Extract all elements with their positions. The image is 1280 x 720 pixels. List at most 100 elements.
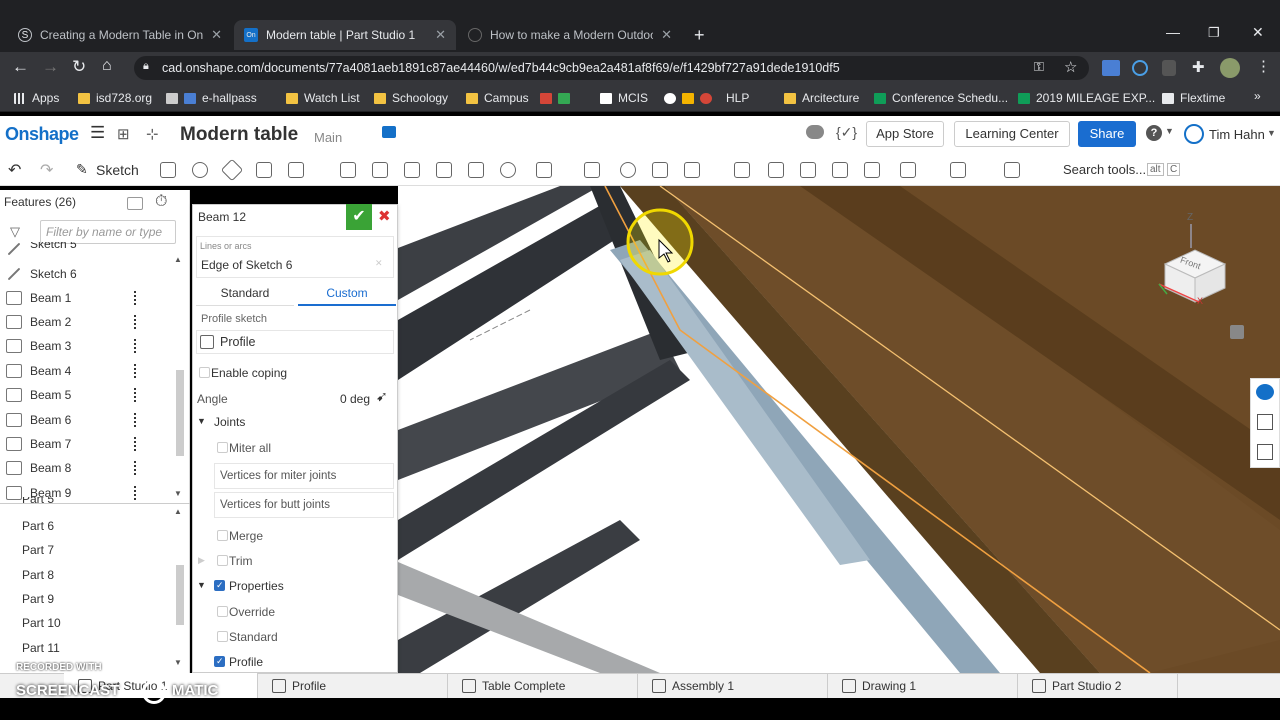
extension-shield-icon[interactable] <box>1162 60 1176 76</box>
browser-tab-3[interactable]: How to make a Modern Outdoo ✕ <box>458 20 682 50</box>
hamburger-menu-icon[interactable]: ☰ <box>90 123 105 143</box>
redo-icon[interactable]: ↷ <box>40 160 53 180</box>
angle-input[interactable]: 0 deg <box>340 392 370 406</box>
rollback-timer-icon[interactable]: ⏱ <box>155 193 167 211</box>
feature-beam-5[interactable]: Beam 5 <box>0 383 175 407</box>
feature-list-scrollbar[interactable] <box>176 370 184 456</box>
filter-input[interactable]: Filter by name or type <box>40 220 176 244</box>
revolve-icon[interactable] <box>192 162 208 178</box>
delete-face-icon[interactable] <box>800 162 816 178</box>
merge-checkbox[interactable] <box>217 530 228 541</box>
bookmark-watch-list[interactable]: Watch List <box>286 90 360 106</box>
part-11[interactable]: Part 11 <box>22 641 60 655</box>
pattern-icon[interactable] <box>536 162 552 178</box>
bookmark-conference[interactable]: Conference Schedu... <box>874 90 1008 106</box>
feature-beam-6[interactable]: Beam 6 <box>0 408 175 432</box>
profile-value[interactable]: Profile <box>220 335 255 349</box>
properties-expand-icon[interactable]: ▼ <box>197 580 206 590</box>
bookmark-hlp[interactable]: HLP <box>726 90 749 106</box>
search-tools-input[interactable]: Search tools... <box>1063 162 1146 177</box>
boolean-icon[interactable] <box>620 162 636 178</box>
bookmark-campus[interactable]: Campus <box>466 90 529 106</box>
feature-beam-1[interactable]: Beam 1 <box>0 286 175 310</box>
thicken-icon[interactable] <box>288 162 304 178</box>
feature-beam-4[interactable]: Beam 4 <box>0 359 175 383</box>
bookmark-isd728[interactable]: isd728.org <box>78 90 152 106</box>
part-8[interactable]: Part 8 <box>22 568 54 582</box>
feature-beam-2[interactable]: Beam 2 <box>0 310 175 334</box>
chamfer-icon[interactable] <box>372 162 388 178</box>
joints-expand-icon[interactable]: ▼ <box>197 416 206 426</box>
remove-selection-icon[interactable]: ✕ <box>375 258 383 269</box>
new-tab-icon[interactable]: + <box>694 25 705 46</box>
close-tab-icon[interactable]: ✕ <box>211 27 222 43</box>
versions-icon[interactable]: ⊞ <box>117 125 130 143</box>
split-icon[interactable] <box>652 162 668 178</box>
tab-part-studio-2[interactable]: Part Studio 2 <box>1018 673 1178 698</box>
user-name[interactable]: Tim Hahn <box>1209 127 1265 142</box>
onshape-logo[interactable]: Onshape <box>5 124 79 145</box>
restore-icon[interactable]: ❐ <box>1208 25 1220 41</box>
browser-tab-2[interactable]: On Modern table | Part Studio 1 ✕ <box>234 20 456 50</box>
feature-beam-3[interactable]: Beam 3 <box>0 334 175 358</box>
bookmark-ehallpass[interactable]: e-hallpass <box>166 90 257 106</box>
part-9[interactable]: Part 9 <box>22 592 54 606</box>
close-window-icon[interactable]: ✕ <box>1252 24 1264 41</box>
tab-drawing-1[interactable]: Drawing 1 <box>828 673 1018 698</box>
tab-standard[interactable]: Standard <box>196 284 294 306</box>
reload-icon[interactable]: ↻ <box>72 57 86 77</box>
loft-icon[interactable] <box>256 162 272 178</box>
close-tab-icon[interactable]: ✕ <box>435 27 446 43</box>
part-6[interactable]: Part 6 <box>22 519 54 533</box>
move-face-icon[interactable] <box>832 162 848 178</box>
parts-scrollbar[interactable] <box>176 565 184 625</box>
hole-icon[interactable] <box>500 162 516 178</box>
help-dropdown-icon[interactable]: ▼ <box>1165 126 1174 136</box>
feature-sketch-6[interactable]: Sketch 6 <box>0 262 175 286</box>
enable-coping-checkbox[interactable] <box>199 367 210 378</box>
surface-icon[interactable] <box>1004 162 1020 178</box>
chrome-menu-icon[interactable]: ⋮ <box>1256 57 1271 75</box>
mirror-icon[interactable] <box>584 162 600 178</box>
draft-icon[interactable] <box>404 162 420 178</box>
document-title[interactable]: Modern table <box>180 124 298 146</box>
extrude-icon[interactable] <box>160 162 176 178</box>
undo-icon[interactable]: ↶ <box>8 160 21 180</box>
url-field[interactable]: cad.onshape.com/documents/77a4081aeb1891… <box>134 56 1089 80</box>
part-10[interactable]: Part 10 <box>22 616 61 630</box>
scroll-up-icon[interactable]: ▲ <box>174 255 182 264</box>
user-avatar-icon[interactable] <box>1184 124 1204 144</box>
delete-part-icon[interactable] <box>734 162 750 178</box>
view-options-icon[interactable] <box>1230 325 1244 339</box>
bookmark-gmail[interactable] <box>540 90 576 106</box>
bom-panel-icon[interactable] <box>1257 414 1273 430</box>
rib-icon[interactable] <box>436 162 452 178</box>
cancel-x-icon[interactable]: ✖ <box>378 207 391 225</box>
part-5[interactable]: Part 5 <box>22 497 54 507</box>
graduation-cap-icon[interactable] <box>382 126 396 138</box>
close-tab-icon[interactable]: ✕ <box>661 27 672 43</box>
variables-icon[interactable]: {✓} <box>836 124 857 141</box>
standard-checkbox[interactable] <box>217 631 228 642</box>
profile-avatar-icon[interactable] <box>1220 58 1240 78</box>
mate-connector-icon[interactable] <box>950 162 966 178</box>
bookmark-schoology[interactable]: Schoology <box>374 90 448 106</box>
tab-table-complete[interactable]: Table Complete <box>448 673 638 698</box>
extension-circle-icon[interactable] <box>1132 60 1148 76</box>
feature-list-options-icon[interactable] <box>127 197 143 210</box>
transform-icon[interactable] <box>684 162 700 178</box>
bookmark-star-icon[interactable]: ☆ <box>1064 58 1077 76</box>
bookmark-google[interactable] <box>664 90 718 106</box>
feature-sketch-5[interactable]: Sketch 5 <box>0 242 175 256</box>
learning-center-button[interactable]: Learning Center <box>954 121 1070 147</box>
extension-icon[interactable] <box>1102 60 1120 76</box>
flip-angle-icon[interactable]: ➹ <box>376 388 388 405</box>
tab-assembly-1[interactable]: Assembly 1 <box>638 673 828 698</box>
shell-icon[interactable] <box>468 162 484 178</box>
bookmark-arcitecture[interactable]: Arcitecture <box>784 90 859 106</box>
user-dropdown-icon[interactable]: ▼ <box>1267 128 1276 138</box>
trim-checkbox[interactable] <box>217 555 228 566</box>
scroll-down-icon[interactable]: ▼ <box>174 489 182 498</box>
bookmark-apps[interactable]: Apps <box>14 90 59 106</box>
selected-edge-value[interactable]: Edge of Sketch 6 <box>201 258 292 272</box>
